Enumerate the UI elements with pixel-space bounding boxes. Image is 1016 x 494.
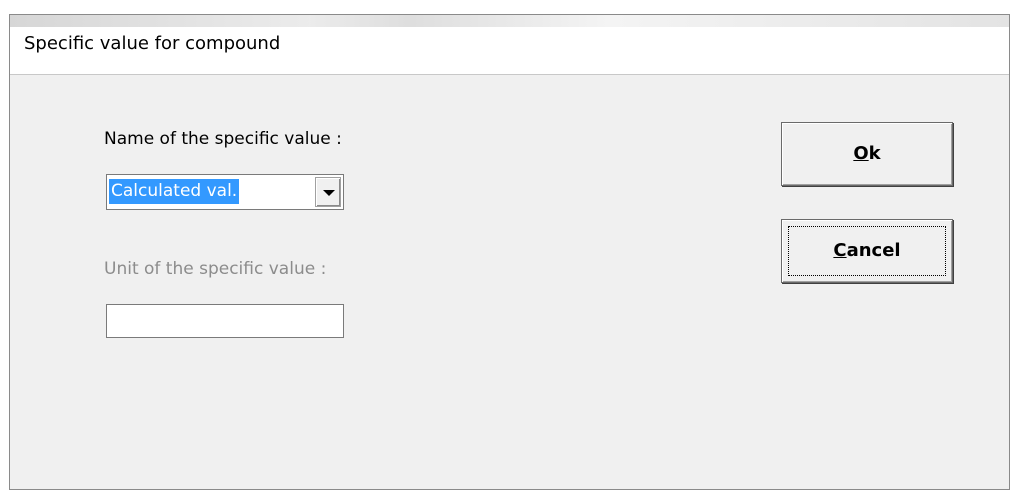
dropdown-button[interactable] <box>315 177 341 207</box>
cancel-label-rest: ancel <box>846 240 901 261</box>
combobox-selected-value[interactable]: Calculated val. <box>109 179 240 204</box>
title-bar[interactable]: Specific value for compound <box>10 15 1009 75</box>
unit-input[interactable] <box>106 304 344 338</box>
ok-label-rest: k <box>868 143 881 164</box>
ok-button[interactable]: Ok <box>781 122 953 186</box>
dialog-window: Specific value for compound Name of the … <box>9 14 1010 490</box>
dialog-title: Specific value for compound <box>24 33 281 54</box>
specific-value-name-combobox[interactable]: Calculated val. <box>106 174 344 210</box>
ok-button-label: Ok <box>782 123 952 185</box>
ok-accelerator: O <box>853 143 869 164</box>
chevron-down-icon <box>323 190 335 196</box>
title-bar-sheen <box>10 15 1009 27</box>
dialog-client-area: Name of the specific value : Calculated … <box>10 75 1009 489</box>
cancel-accelerator: C <box>833 240 847 261</box>
cancel-button-label: Cancel <box>782 220 952 282</box>
name-label: Name of the specific value : <box>104 129 342 149</box>
unit-label: Unit of the specific value : <box>104 259 327 279</box>
cancel-button[interactable]: Cancel <box>781 219 953 283</box>
